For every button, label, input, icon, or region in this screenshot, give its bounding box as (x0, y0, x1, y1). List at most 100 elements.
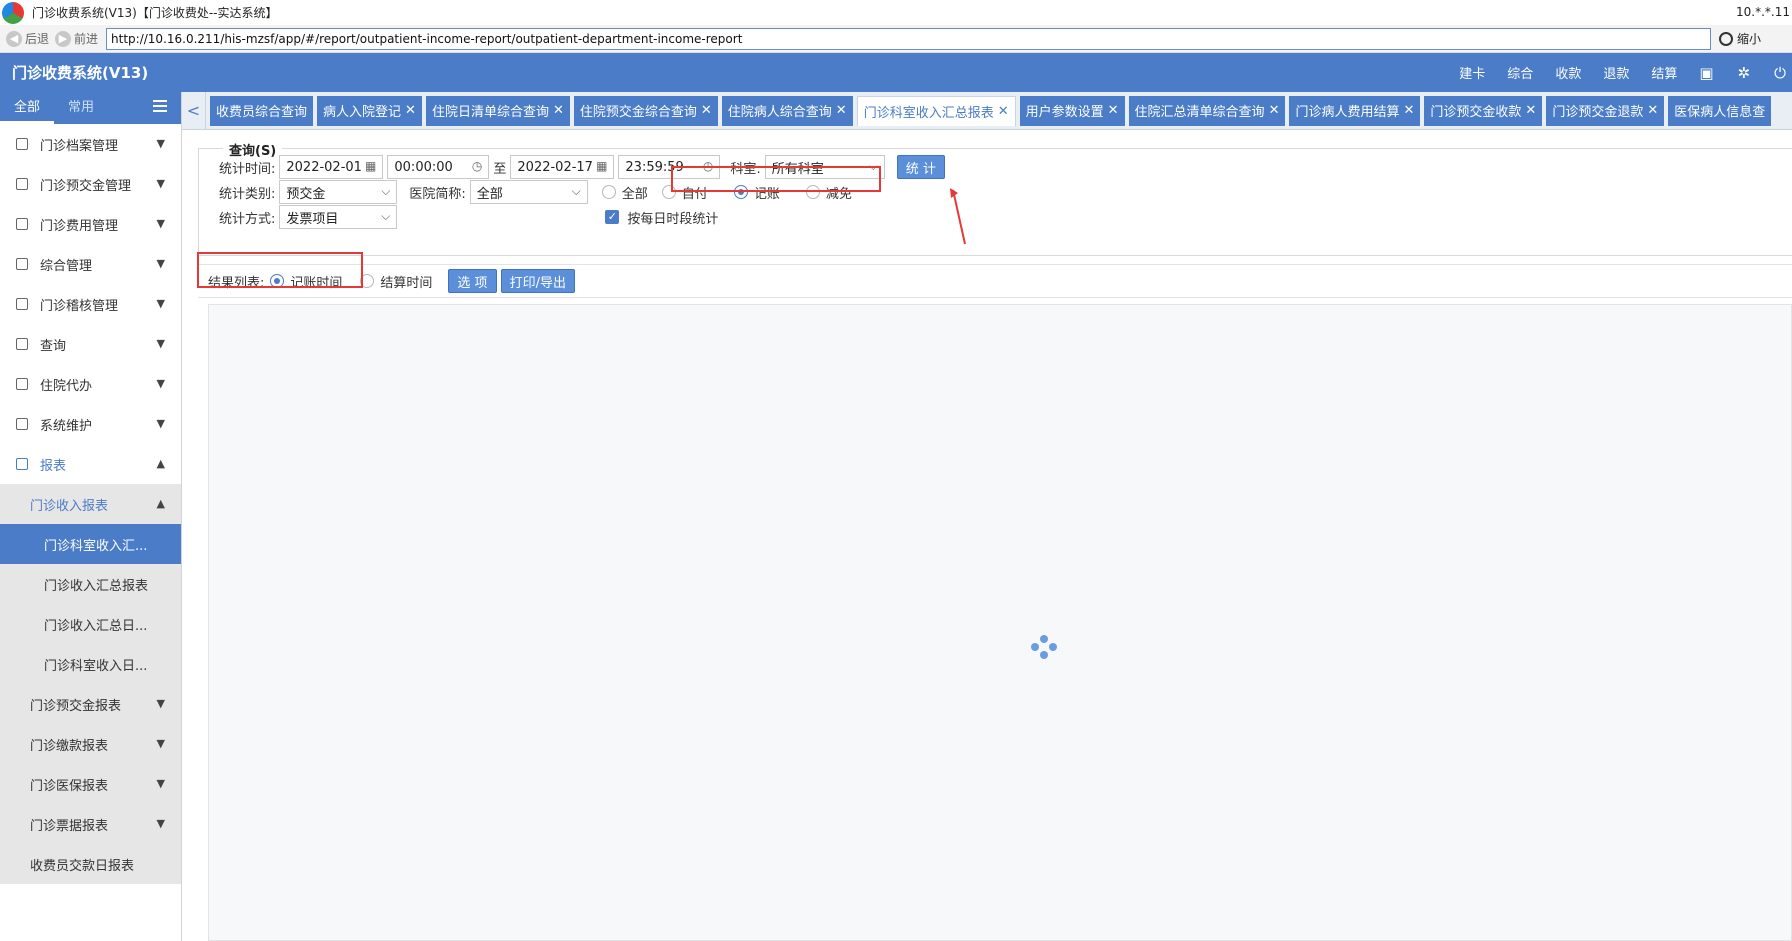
type-label: 统计类别: (219, 186, 276, 202)
chevron-down-icon: ▼ (156, 737, 165, 750)
sidebar-item-fee[interactable]: 门诊费用管理 ▼ (0, 204, 181, 244)
submenu-income-report[interactable]: 门诊收入报表 ▲ (0, 484, 181, 524)
sidebar-item-query[interactable]: 查询 ▼ (0, 324, 181, 364)
close-icon[interactable]: ✕ (998, 104, 1009, 119)
submenu-item-income-daily[interactable]: 门诊收入汇总日... (0, 604, 181, 644)
tab-insurance-query[interactable]: 医保病人信息查 (1668, 95, 1772, 126)
sidebar-item-audit[interactable]: 门诊稽核管理 ▼ (0, 284, 181, 324)
start-time-input[interactable]: 00:00:00 ◷ (387, 155, 490, 179)
tab-inpatient-query[interactable]: 住院病人综合查询 ✕ (721, 95, 853, 126)
method-select[interactable]: 发票项目 ⌵ (279, 205, 398, 229)
tab-label: 门诊病人费用结算 (1295, 105, 1400, 120)
submenu-label: 门诊缴款报表 (30, 738, 109, 754)
app-logo-icon (2, 1, 24, 24)
submenu-item-income-summary[interactable]: 门诊收入汇总报表 (0, 564, 181, 604)
window-title: 门诊收费系统(V13)【门诊收费处--实达系统】 (32, 6, 278, 20)
sidebar-item-report[interactable]: 报表 ▲ (0, 444, 181, 484)
sidebar-item-prepay[interactable]: 门诊预交金管理 ▼ (0, 164, 181, 204)
forward-label: 前进 (74, 32, 99, 46)
loading-spinner-icon (1031, 635, 1057, 661)
tab-cashier-query[interactable]: 收费员综合查询 (210, 95, 314, 126)
tab-summary-list[interactable]: 住院汇总清单综合查询 ✕ (1128, 95, 1286, 126)
print-export-button[interactable]: 打印/导出 (500, 269, 575, 293)
submenu-payment-report[interactable]: 门诊缴款报表 ▼ (0, 724, 181, 764)
monitor-icon[interactable]: ▣ (1699, 64, 1713, 82)
sidebar-item-general[interactable]: 综合管理 ▼ (0, 244, 181, 284)
submenu-item-dept-income-daily[interactable]: 门诊科室收入日... (0, 644, 181, 684)
url-input[interactable] (106, 27, 1712, 50)
sidebar-tab-common[interactable]: 常用 (54, 92, 108, 124)
sidebar-tab-all[interactable]: 全部 (0, 92, 55, 124)
settings-icon[interactable]: ✲ (1738, 64, 1751, 82)
tab-fee-settle[interactable]: 门诊病人费用结算 ✕ (1289, 95, 1421, 126)
sidebar-item-system[interactable]: 系统维护 ▼ (0, 404, 181, 444)
sidebar-item-archive[interactable]: 门诊档案管理 ▼ (0, 124, 181, 164)
submenu-item-dept-income-summary[interactable]: 门诊科室收入汇... (0, 524, 181, 564)
chevron-down-icon: ⌵ (571, 184, 581, 198)
stat-button[interactable]: 统 计 (896, 155, 945, 179)
type-select[interactable]: 预交金 ⌵ (279, 180, 398, 204)
back-button[interactable]: ◀ 后退 (6, 30, 49, 47)
back-arrow-icon: ◀ (6, 30, 22, 47)
end-date-input[interactable]: 2022-02-17 ▦ (510, 155, 615, 179)
tab-admission[interactable]: 病人入院登记 ✕ (317, 95, 422, 126)
submenu-prepay-report[interactable]: 门诊预交金报表 ▼ (0, 684, 181, 724)
forward-button[interactable]: ▶ 前进 (55, 30, 98, 47)
submenu-cashier-daily[interactable]: 收费员交款日报表 (0, 844, 181, 884)
close-icon[interactable]: ✕ (553, 103, 564, 118)
checkbox-label: 按每日时段统计 (627, 211, 719, 227)
zoom-out-button[interactable]: 缩小 (1719, 30, 1761, 47)
tab-label: 医保病人信息查 (1674, 105, 1766, 120)
tab-daily-list[interactable]: 住院日清单综合查询 ✕ (425, 95, 570, 126)
close-icon[interactable]: ✕ (1647, 103, 1658, 118)
tab-prepay-refund[interactable]: 门诊预交金退款 ✕ (1546, 95, 1665, 126)
header-menu-receive[interactable]: 收款 (1555, 63, 1581, 82)
close-icon[interactable]: ✕ (1403, 103, 1414, 118)
time-label: 统计时间: (219, 161, 276, 177)
hospital-value: 全部 (476, 186, 503, 202)
exit-icon[interactable]: ⏻ (1774, 64, 1786, 82)
search-icon (16, 338, 28, 350)
header-menu-card[interactable]: 建卡 (1459, 63, 1485, 82)
start-date-input[interactable]: 2022-02-01 ▦ (279, 155, 384, 179)
sidebar-item-label: 门诊档案管理 (40, 138, 119, 154)
method-value: 发票项目 (286, 211, 339, 227)
sidebar-item-label: 报表 (40, 458, 67, 474)
hospital-select[interactable]: 全部 ⌵ (469, 180, 588, 204)
sidebar-item-inpatient-agent[interactable]: 住院代办 ▼ (0, 364, 181, 404)
chevron-down-icon: ▼ (156, 817, 165, 830)
tab-scroll-left-icon[interactable]: < (182, 91, 206, 130)
close-icon[interactable]: ✕ (405, 103, 416, 118)
tab-user-params[interactable]: 用户参数设置 ✕ (1019, 95, 1125, 126)
close-icon[interactable]: ✕ (1269, 103, 1280, 118)
tab-label: 门诊预交金收款 (1430, 105, 1522, 120)
close-icon[interactable]: ✕ (836, 103, 847, 118)
submenu-insurance-report[interactable]: 门诊医保报表 ▼ (0, 764, 181, 804)
hamburger-icon[interactable] (153, 100, 167, 114)
tab-label: 门诊预交金退款 (1552, 105, 1644, 120)
daily-checkbox[interactable]: ✓ 按每日时段统计 (605, 208, 718, 227)
submenu-label: 门诊医保报表 (30, 778, 109, 794)
close-icon[interactable]: ✕ (701, 103, 712, 118)
header-menu-settle[interactable]: 结算 (1651, 63, 1677, 82)
close-icon[interactable]: ✕ (1108, 103, 1119, 118)
app-title: 门诊收费系统(V13) (12, 64, 149, 82)
header-menu-summary[interactable]: 综合 (1507, 63, 1533, 82)
radio-settle-time[interactable]: 结算时间 (360, 272, 432, 291)
radio-all[interactable]: 全部 (601, 183, 648, 202)
chevron-down-icon: ▼ (156, 137, 165, 150)
zoom-label: 缩小 (1737, 32, 1762, 46)
report-icon (16, 458, 28, 470)
header-menu-refund[interactable]: 退款 (1603, 63, 1629, 82)
submenu-invoice-report[interactable]: 门诊票据报表 ▼ (0, 804, 181, 844)
tab-prepay-receive[interactable]: 门诊预交金收款 ✕ (1424, 95, 1543, 126)
tab-inpatient-prepay[interactable]: 住院预交金综合查询 ✕ (573, 95, 718, 126)
system-icon (16, 418, 28, 430)
calendar-icon: ▦ (596, 159, 608, 173)
result-toolbar: 结果列表: 记账时间 结算时间 选 项 打印/导出 (198, 264, 1792, 298)
options-button[interactable]: 选 项 (448, 269, 497, 293)
tab-dept-income-summary[interactable]: 门诊科室收入汇总报表 ✕ (856, 95, 1016, 126)
tab-label: 收费员综合查询 (216, 105, 308, 120)
chevron-down-icon: ▼ (156, 257, 165, 270)
close-icon[interactable]: ✕ (1525, 103, 1536, 118)
